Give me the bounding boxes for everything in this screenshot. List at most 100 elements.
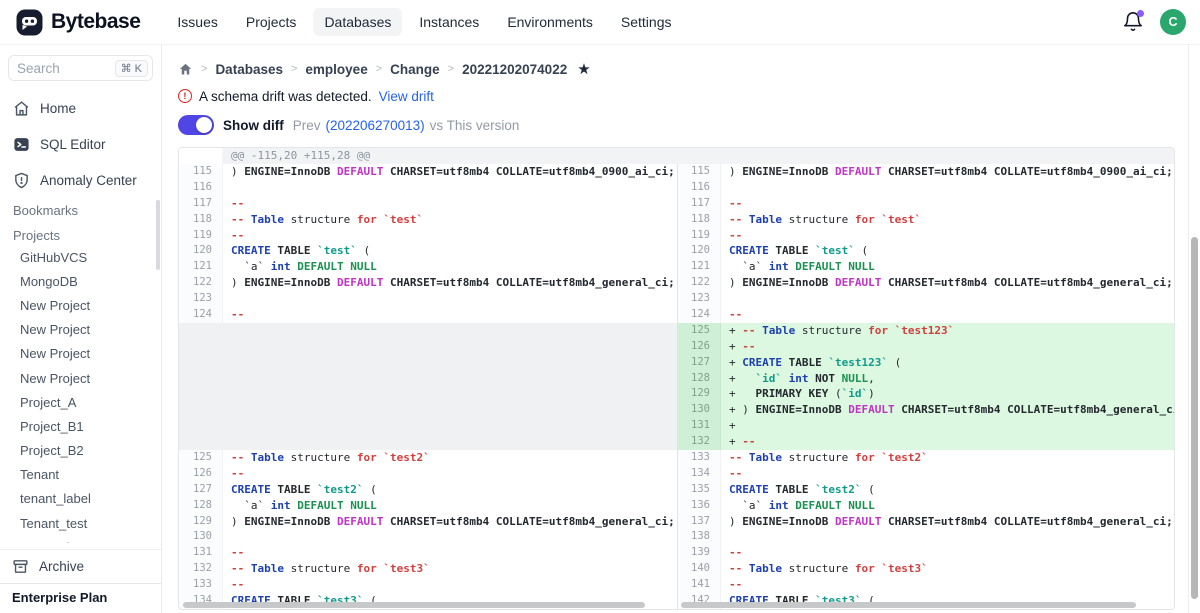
sidebar-item-anomaly-center[interactable]: Anomaly Center (8, 165, 153, 195)
nav-item-projects[interactable]: Projects (235, 8, 308, 36)
main-nav: IssuesProjectsDatabasesInstancesEnvironm… (166, 8, 682, 36)
sidebar-project-tenant[interactable]: Tenant (8, 463, 153, 487)
code-line: -- (721, 307, 1175, 323)
code-line: -- (223, 545, 677, 561)
nav-item-databases[interactable]: Databases (313, 8, 402, 36)
sidebar-item-archive[interactable]: Archive (0, 549, 161, 583)
code-line: -- (223, 466, 677, 482)
code-line: + ) ENGINE=InnoDB DEFAULT CHARSET=utf8mb… (721, 402, 1175, 418)
code-line: `a` int DEFAULT NULL (721, 498, 1175, 514)
diff-row: 127+ CREATE TABLE `test123` ( (179, 355, 1174, 371)
line-number: 118 (677, 212, 721, 228)
line-number: 137 (677, 514, 721, 530)
line-number: 117 (677, 196, 721, 212)
diff-row: 128+ `id` int NOT NULL, (179, 371, 1174, 387)
brand[interactable]: Bytebase (16, 9, 140, 36)
sidebar-project-tenant-label[interactable]: tenant_label (8, 487, 153, 511)
sidebar-project-project-b1[interactable]: Project_B1 (8, 414, 153, 438)
archive-label: Archive (39, 559, 84, 574)
sidebar-project-project-b2[interactable]: Project_B2 (8, 439, 153, 463)
bookmark-star-icon[interactable]: ★ (577, 62, 590, 77)
line-number: 119 (677, 228, 721, 244)
breadcrumb-item[interactable]: Change (390, 62, 440, 77)
page-scrollbar[interactable] (1188, 45, 1200, 613)
line-number: 130 (677, 402, 721, 418)
line-number: 128 (179, 498, 223, 514)
breadcrumb-separator: > (201, 63, 207, 75)
code-line (223, 434, 677, 450)
line-number: 118 (179, 212, 223, 228)
sidebar-project-tenant-test[interactable]: Tenant_test (8, 511, 153, 535)
nav-item-environments[interactable]: Environments (496, 8, 604, 36)
code-line: ) ENGINE=InnoDB DEFAULT CHARSET=utf8mb4 … (223, 514, 677, 530)
line-number: 115 (179, 164, 223, 180)
search-shortcut-badge: ⌘ K (115, 60, 148, 77)
line-number: 123 (677, 291, 721, 307)
code-line (223, 529, 677, 545)
breadcrumb-separator: > (291, 63, 297, 75)
code-line: ) ENGINE=InnoDB DEFAULT CHARSET=utf8mb4 … (721, 275, 1175, 291)
sidebar-project-new-project[interactable]: New Project (8, 293, 153, 317)
code-line: + (721, 418, 1175, 434)
sidebar-project-tenanttidb[interactable]: TenantTiDB (8, 535, 153, 543)
view-drift-link[interactable]: View drift (379, 89, 434, 104)
sidebar-project-new-project[interactable]: New Project (8, 342, 153, 366)
breadcrumb-item[interactable]: 20221202074022 (462, 62, 567, 77)
code-line: + -- (721, 434, 1175, 450)
line-number: 131 (677, 418, 721, 434)
code-line: CREATE TABLE `test` ( (721, 243, 1175, 259)
line-number: 116 (677, 180, 721, 196)
diff-hunk-header: @@ -115,20 +115,28 @@ (179, 148, 1174, 164)
line-number: 126 (179, 466, 223, 482)
code-line: -- Table structure for `test2` (721, 450, 1175, 466)
line-number: 124 (677, 307, 721, 323)
code-line: ) ENGINE=InnoDB DEFAULT CHARSET=utf8mb4 … (223, 164, 677, 180)
line-number: 124 (179, 307, 223, 323)
sidebar-project-new-project[interactable]: New Project (8, 366, 153, 390)
breadcrumb-item[interactable]: Databases (215, 62, 283, 77)
sidebar-project-new-project[interactable]: New Project (8, 318, 153, 342)
sidebar-item-home[interactable]: Home (8, 93, 153, 123)
sidebar-project-githubvcs[interactable]: GitHubVCS (8, 245, 153, 269)
breadcrumb-home-icon[interactable] (178, 62, 193, 77)
code-line: CREATE TABLE `test2` ( (721, 482, 1175, 498)
nav-item-settings[interactable]: Settings (610, 8, 683, 36)
line-number: 129 (677, 386, 721, 402)
top-navbar: Bytebase IssuesProjectsDatabasesInstance… (0, 0, 1200, 45)
line-number: 117 (179, 196, 223, 212)
sidebar-item-sql-editor[interactable]: SQL Editor (8, 129, 153, 159)
code-line: -- (721, 545, 1175, 561)
breadcrumb-item[interactable]: employee (305, 62, 367, 77)
sidebar-scrollbar[interactable] (156, 200, 160, 270)
code-line: -- (223, 228, 677, 244)
sidebar-section-bookmarks: Bookmarks (8, 195, 153, 220)
brand-name: Bytebase (51, 10, 140, 34)
sidebar-project-project-a[interactable]: Project_A (8, 390, 153, 414)
line-number: 122 (677, 275, 721, 291)
line-number (179, 339, 223, 355)
code-line (721, 291, 1175, 307)
right-pane-hscrollbar[interactable] (681, 602, 1169, 608)
breadcrumb-separator: > (448, 63, 454, 75)
code-line (721, 529, 1175, 545)
left-pane-hscrollbar[interactable] (183, 602, 671, 608)
code-line: -- Table structure for `test2` (223, 450, 677, 466)
sidebar-section-projects: Projects (8, 220, 153, 245)
prev-version-link[interactable]: (202206270013) (326, 118, 425, 133)
search-input[interactable]: Search ⌘ K (8, 55, 153, 81)
line-number: 133 (677, 450, 721, 466)
code-line: + CREATE TABLE `test123` ( (721, 355, 1175, 371)
line-number: 127 (677, 355, 721, 371)
nav-item-issues[interactable]: Issues (166, 8, 228, 36)
nav-item-instances[interactable]: Instances (408, 8, 490, 36)
code-line (223, 418, 677, 434)
line-number: 122 (179, 275, 223, 291)
notifications-bell-icon[interactable] (1122, 11, 1144, 33)
avatar[interactable]: C (1160, 9, 1186, 35)
sidebar-project-mongodb[interactable]: MongoDB (8, 269, 153, 293)
code-line (223, 355, 677, 371)
toggle-label: Show diff (223, 118, 284, 133)
line-number: 128 (677, 371, 721, 387)
code-line: -- Table structure for `test` (223, 212, 677, 228)
show-diff-toggle[interactable] (178, 115, 214, 135)
